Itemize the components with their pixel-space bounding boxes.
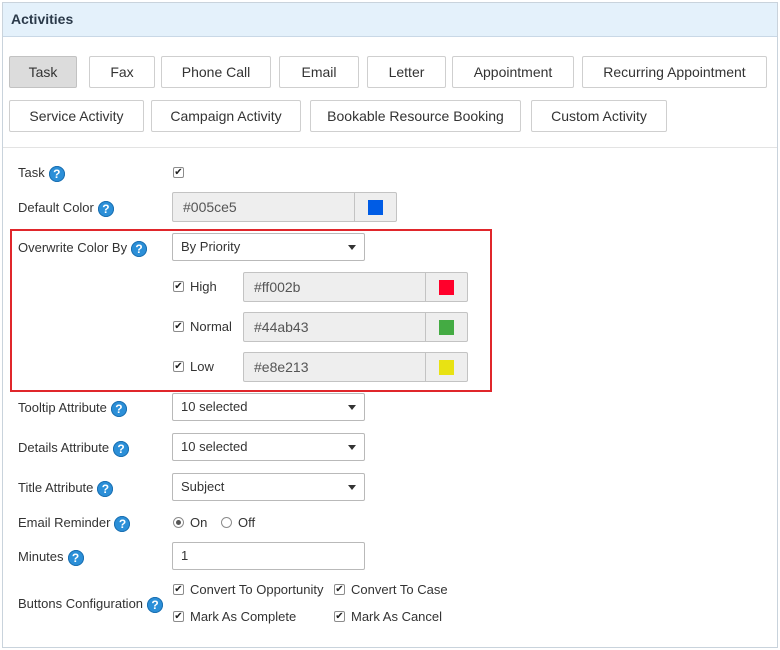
overwrite-selected-value: By Priority xyxy=(181,239,241,254)
tab-custom-activity[interactable]: Custom Activity xyxy=(531,100,667,132)
panel-title: Activities xyxy=(11,11,74,27)
high-label: High xyxy=(190,279,217,294)
details-attribute-select[interactable]: 10 selected xyxy=(172,433,365,461)
title-row-label: Title Attribute? xyxy=(18,480,114,497)
tab-task[interactable]: Task xyxy=(9,56,77,88)
chevron-down-icon xyxy=(348,245,356,250)
low-label: Low xyxy=(190,359,214,374)
help-icon[interactable]: ? xyxy=(97,480,114,497)
help-icon[interactable]: ? xyxy=(48,165,65,182)
low-checkbox[interactable]: ✔ xyxy=(173,361,184,372)
mark-complete-checkbox[interactable]: ✔ xyxy=(173,611,184,622)
high-color-swatch xyxy=(439,280,454,295)
email-reminder-on-label: On xyxy=(190,515,208,530)
low-color-picker[interactable]: #e8e213 xyxy=(243,352,468,382)
email-reminder-row-label: Email Reminder? xyxy=(18,515,131,532)
mark-cancel-checkbox[interactable]: ✔ xyxy=(334,611,345,622)
convert-case-label: Convert To Case xyxy=(351,582,448,597)
help-icon[interactable]: ? xyxy=(97,200,114,217)
help-icon[interactable]: ? xyxy=(110,400,127,417)
normal-color-swatch xyxy=(439,320,454,335)
details-label: Details Attribute xyxy=(18,440,110,455)
tab-letter[interactable]: Letter xyxy=(367,56,446,88)
convert-opportunity-checkbox[interactable]: ✔ xyxy=(173,584,184,595)
minutes-input[interactable]: 1 xyxy=(172,542,365,570)
default-color-swatch-button[interactable] xyxy=(354,193,396,221)
high-color-value: #ff002b xyxy=(254,279,301,295)
tooltip-selected-value: 10 selected xyxy=(181,399,248,414)
help-icon[interactable]: ? xyxy=(67,549,84,566)
help-icon[interactable]: ? xyxy=(131,240,148,257)
chevron-down-icon xyxy=(348,445,356,450)
panel-header: Activities xyxy=(3,3,777,37)
email-reminder-label: Email Reminder xyxy=(18,515,111,530)
tooltip-attribute-select[interactable]: 10 selected xyxy=(172,393,365,421)
help-icon[interactable]: ? xyxy=(147,596,164,613)
tab-service-activity[interactable]: Service Activity xyxy=(9,100,144,132)
email-reminder-off-radio[interactable] xyxy=(221,517,232,528)
tab-fax[interactable]: Fax xyxy=(89,56,155,88)
default-color-label: Default Color xyxy=(18,200,94,215)
default-color-value: #005ce5 xyxy=(183,199,237,215)
low-color-swatch xyxy=(439,360,454,375)
minutes-label: Minutes xyxy=(18,549,64,564)
overwrite-label: Overwrite Color By xyxy=(18,240,128,255)
details-selected-value: 10 selected xyxy=(181,439,248,454)
title-label: Title Attribute xyxy=(18,480,94,495)
chevron-down-icon xyxy=(348,485,356,490)
minutes-row-label: Minutes? xyxy=(18,549,84,566)
high-color-picker[interactable]: #ff002b xyxy=(243,272,468,302)
tab-campaign-activity[interactable]: Campaign Activity xyxy=(151,100,301,132)
overwrite-row-label: Overwrite Color By? xyxy=(18,240,148,257)
tab-email[interactable]: Email xyxy=(279,56,359,88)
buttons-config-label: Buttons Configuration xyxy=(18,596,144,611)
tooltip-row-label: Tooltip Attribute? xyxy=(18,400,127,417)
default-color-row-label: Default Color? xyxy=(18,200,114,217)
activity-tabs: Task Fax Phone Call Email Letter Appoint… xyxy=(3,37,777,148)
normal-checkbox[interactable]: ✔ xyxy=(173,321,184,332)
tab-phone-call[interactable]: Phone Call xyxy=(161,56,271,88)
task-label: Task xyxy=(18,165,45,180)
overwrite-color-select[interactable]: By Priority xyxy=(172,233,365,261)
mark-complete-label: Mark As Complete xyxy=(190,609,297,624)
normal-color-picker[interactable]: #44ab43 xyxy=(243,312,468,342)
high-color-swatch-button[interactable] xyxy=(425,273,467,301)
title-selected-value: Subject xyxy=(181,479,225,494)
help-icon[interactable]: ? xyxy=(113,440,130,457)
buttons-config-row-label: Buttons Configuration? xyxy=(18,596,164,613)
normal-color-value: #44ab43 xyxy=(254,319,309,335)
convert-opportunity-label: Convert To Opportunity xyxy=(190,582,324,597)
task-checkbox[interactable]: ✔ xyxy=(173,167,184,178)
task-row-label: Task? xyxy=(18,165,65,182)
normal-label: Normal xyxy=(190,319,232,334)
help-icon[interactable]: ? xyxy=(114,515,131,532)
convert-case-checkbox[interactable]: ✔ xyxy=(334,584,345,595)
low-color-swatch-button[interactable] xyxy=(425,353,467,381)
tab-appointment[interactable]: Appointment xyxy=(452,56,574,88)
details-row-label: Details Attribute? xyxy=(18,440,130,457)
mark-cancel-label: Mark As Cancel xyxy=(351,609,443,624)
high-checkbox[interactable]: ✔ xyxy=(173,281,184,292)
default-color-picker[interactable]: #005ce5 xyxy=(172,192,397,222)
normal-color-swatch-button[interactable] xyxy=(425,313,467,341)
tab-bookable-resource-booking[interactable]: Bookable Resource Booking xyxy=(310,100,521,132)
tooltip-label: Tooltip Attribute xyxy=(18,400,107,415)
title-attribute-select[interactable]: Subject xyxy=(172,473,365,501)
chevron-down-icon xyxy=(348,405,356,410)
default-color-swatch xyxy=(368,200,383,215)
low-color-value: #e8e213 xyxy=(254,359,309,375)
email-reminder-off-label: Off xyxy=(238,515,256,530)
tab-recurring-appointment[interactable]: Recurring Appointment xyxy=(582,56,767,88)
email-reminder-on-radio[interactable] xyxy=(173,517,184,528)
